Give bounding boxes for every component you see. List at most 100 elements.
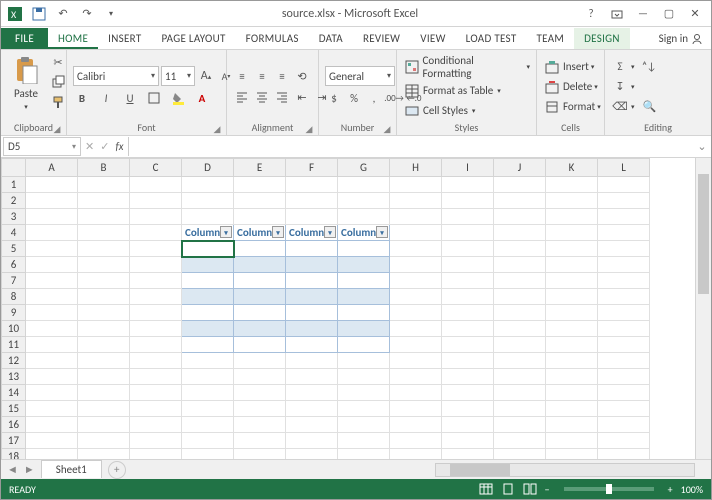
cell[interactable]: [130, 337, 182, 353]
cell[interactable]: [494, 369, 546, 385]
tab-home[interactable]: HOME: [48, 28, 98, 49]
cell[interactable]: [26, 305, 78, 321]
cell[interactable]: [26, 417, 78, 433]
cell[interactable]: [442, 353, 494, 369]
cell[interactable]: [182, 449, 234, 460]
bold-button[interactable]: B: [73, 89, 91, 107]
cell[interactable]: [234, 257, 286, 273]
cell[interactable]: [442, 289, 494, 305]
cell[interactable]: [286, 193, 338, 209]
cell[interactable]: [546, 433, 598, 449]
row-header[interactable]: 6: [2, 257, 26, 273]
sort-filter-icon[interactable]: ᴬ↓: [641, 58, 659, 76]
cell[interactable]: [234, 385, 286, 401]
tab-review[interactable]: REVIEW: [353, 28, 410, 49]
cell[interactable]: [442, 433, 494, 449]
fill-icon[interactable]: ↧: [611, 78, 629, 96]
cell[interactable]: [546, 321, 598, 337]
cell[interactable]: [598, 385, 650, 401]
dialog-launcher-icon[interactable]: ◢: [212, 124, 222, 134]
cell[interactable]: [130, 257, 182, 273]
cell[interactable]: [26, 385, 78, 401]
cell[interactable]: [338, 273, 390, 289]
cell[interactable]: [78, 193, 130, 209]
cell[interactable]: [286, 209, 338, 225]
new-sheet-button[interactable]: +: [108, 461, 126, 479]
cell[interactable]: [130, 225, 182, 241]
worksheet-grid[interactable]: ABCDEFGHIJKL1234Column1▾Column2▾Column3▾…: [1, 158, 711, 459]
cell[interactable]: [494, 337, 546, 353]
tab-insert[interactable]: INSERT: [98, 28, 151, 49]
cell[interactable]: [338, 209, 390, 225]
page-layout-view-icon[interactable]: [501, 483, 515, 495]
cell[interactable]: [78, 385, 130, 401]
row-header[interactable]: 15: [2, 401, 26, 417]
zoom-slider[interactable]: [564, 487, 654, 491]
cell[interactable]: [78, 225, 130, 241]
cell[interactable]: [286, 337, 338, 353]
cell[interactable]: [442, 305, 494, 321]
cell[interactable]: [598, 209, 650, 225]
cut-icon[interactable]: ✂: [49, 53, 67, 71]
cell[interactable]: [130, 353, 182, 369]
qat-dropdown-icon[interactable]: ▾: [101, 4, 121, 24]
column-header[interactable]: B: [78, 159, 130, 177]
cell[interactable]: [234, 209, 286, 225]
cell[interactable]: [130, 193, 182, 209]
cell[interactable]: [234, 289, 286, 305]
cell[interactable]: [26, 273, 78, 289]
cell[interactable]: Column1▾: [182, 225, 234, 241]
cell[interactable]: [78, 209, 130, 225]
row-header[interactable]: 14: [2, 385, 26, 401]
redo-icon[interactable]: ↷: [77, 4, 97, 24]
cell[interactable]: [26, 241, 78, 257]
column-header[interactable]: G: [338, 159, 390, 177]
cell[interactable]: [390, 385, 442, 401]
row-header[interactable]: 18: [2, 449, 26, 460]
cell[interactable]: [338, 449, 390, 460]
tab-design[interactable]: DESIGN: [574, 28, 630, 49]
tab-page-layout[interactable]: PAGE LAYOUT: [151, 28, 235, 49]
cell[interactable]: [598, 225, 650, 241]
cell[interactable]: [494, 289, 546, 305]
zoom-level[interactable]: 100%: [681, 483, 703, 496]
cell[interactable]: [494, 321, 546, 337]
tab-data[interactable]: DATA: [309, 28, 353, 49]
increase-font-icon[interactable]: A▴: [197, 67, 215, 85]
cell[interactable]: [338, 385, 390, 401]
filter-dropdown-icon[interactable]: ▾: [272, 226, 284, 238]
align-middle-icon[interactable]: ≡: [253, 67, 271, 85]
cell[interactable]: [234, 401, 286, 417]
vertical-scrollbar[interactable]: [695, 158, 711, 459]
cell[interactable]: [26, 193, 78, 209]
help-icon[interactable]: ?: [579, 4, 603, 24]
cell[interactable]: [390, 241, 442, 257]
cell[interactable]: [130, 401, 182, 417]
horizontal-scrollbar[interactable]: [435, 463, 695, 477]
cell[interactable]: [494, 417, 546, 433]
cell[interactable]: [182, 305, 234, 321]
cell[interactable]: [338, 177, 390, 193]
cell[interactable]: [78, 273, 130, 289]
cell[interactable]: [494, 385, 546, 401]
cell[interactable]: [338, 321, 390, 337]
cell[interactable]: [494, 353, 546, 369]
cell[interactable]: [234, 193, 286, 209]
cell[interactable]: [442, 385, 494, 401]
tab-formulas[interactable]: FORMULAS: [236, 28, 309, 49]
clear-icon[interactable]: ⌫: [611, 98, 629, 116]
cell[interactable]: [546, 193, 598, 209]
close-icon[interactable]: ✕: [683, 4, 707, 24]
cell[interactable]: [182, 177, 234, 193]
cell[interactable]: [286, 241, 338, 257]
cell[interactable]: [26, 257, 78, 273]
cell-styles-button[interactable]: Cell Styles▾: [403, 102, 475, 120]
filter-dropdown-icon[interactable]: ▾: [220, 226, 232, 238]
scrollbar-thumb[interactable]: [698, 174, 709, 294]
autosum-icon[interactable]: Σ: [611, 58, 629, 76]
cell[interactable]: [234, 305, 286, 321]
cell[interactable]: [546, 209, 598, 225]
cell[interactable]: Column3▾: [286, 225, 338, 241]
cell[interactable]: [182, 401, 234, 417]
cell[interactable]: [130, 241, 182, 257]
